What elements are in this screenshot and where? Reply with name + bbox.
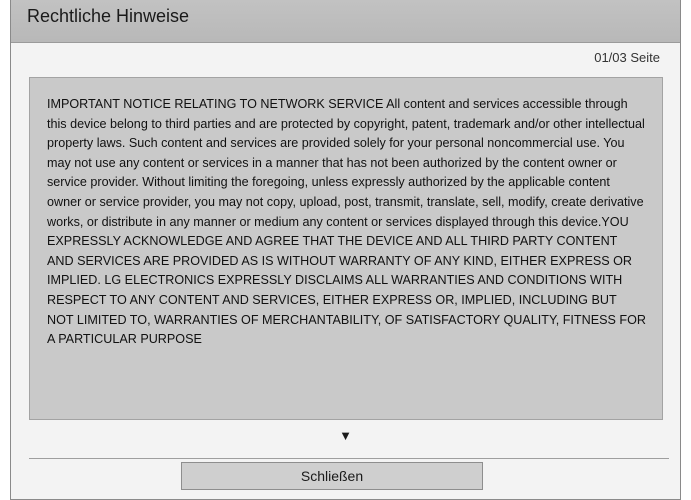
scroll-down-icon[interactable]: ▼ [11, 428, 680, 443]
divider [29, 458, 669, 459]
notice-text: IMPORTANT NOTICE RELATING TO NETWORK SER… [47, 97, 646, 347]
dialog-title: Rechtliche Hinweise [27, 6, 190, 26]
notice-content-box[interactable]: IMPORTANT NOTICE RELATING TO NETWORK SER… [29, 77, 663, 420]
legal-notice-dialog: Rechtliche Hinweise 01/03 Seite IMPORTAN… [10, 0, 681, 500]
close-button[interactable]: Schließen [181, 462, 483, 490]
title-bar: Rechtliche Hinweise [11, 0, 680, 43]
page-indicator: 01/03 Seite [594, 50, 660, 65]
